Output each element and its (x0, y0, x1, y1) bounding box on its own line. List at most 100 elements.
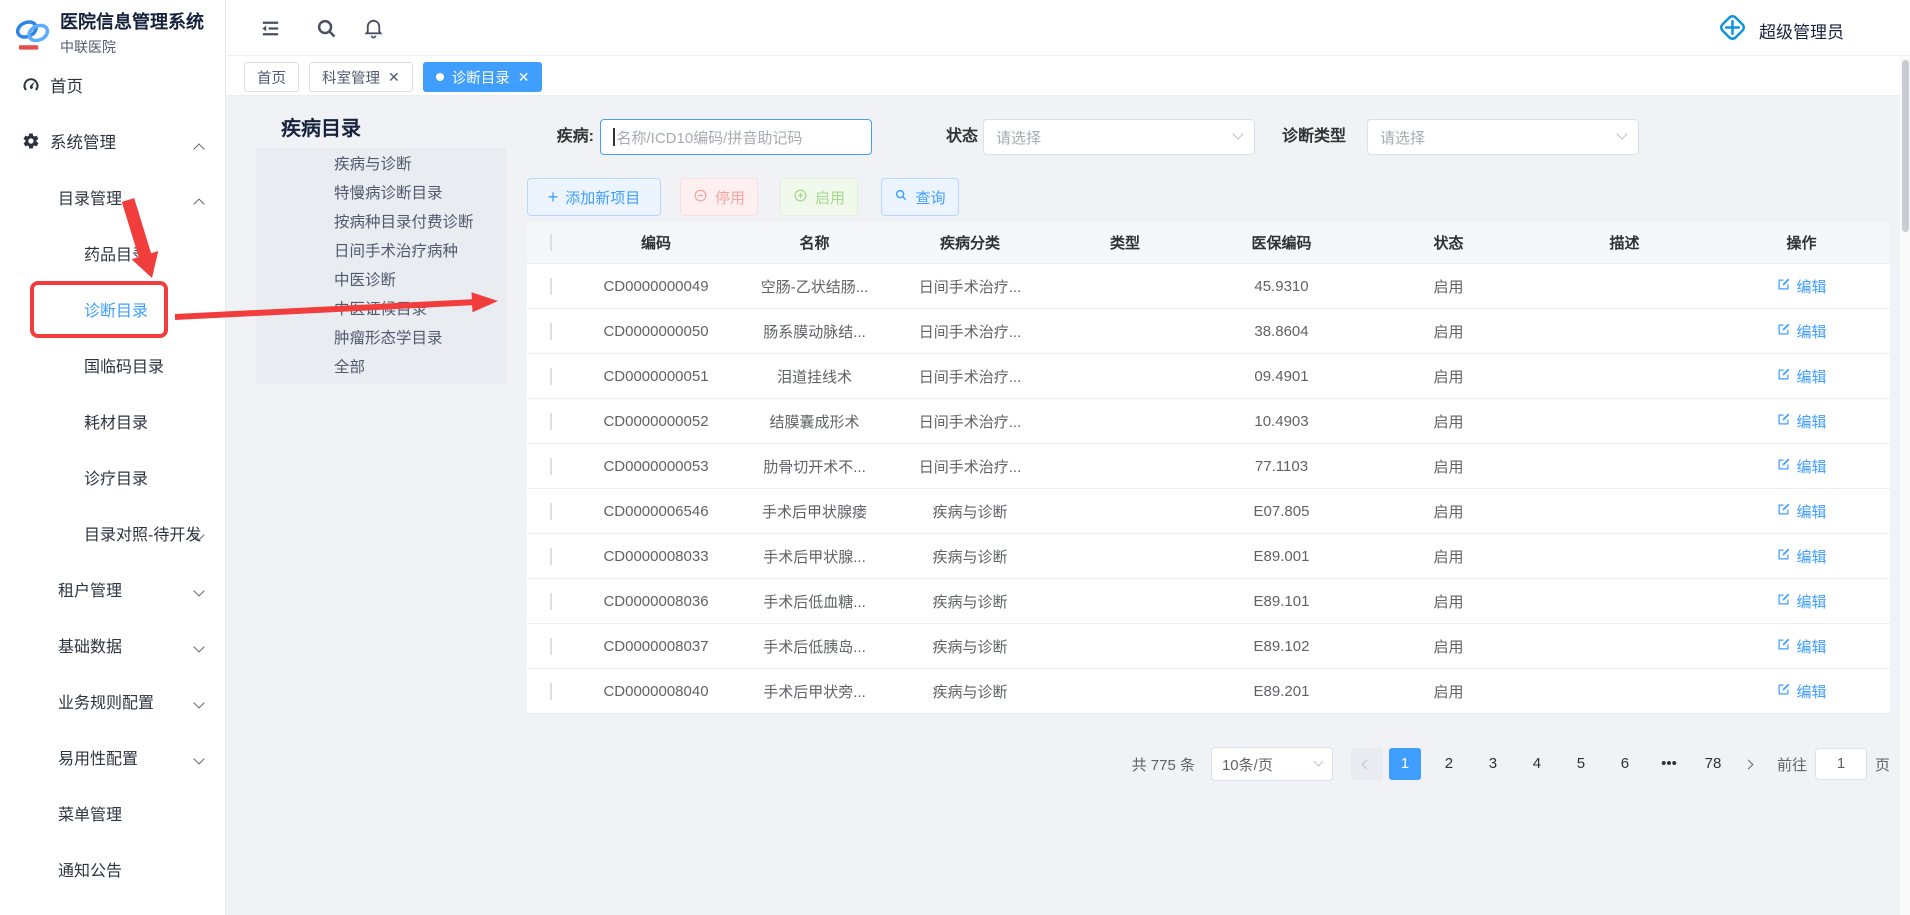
enable-button[interactable]: 启用 (780, 178, 858, 216)
row-checkbox[interactable] (550, 278, 552, 295)
sidebar-item-药品目录[interactable]: 药品目录 (0, 225, 225, 281)
sidebar-item-诊断目录[interactable]: 诊断目录 (0, 281, 225, 337)
sidebar-item-国临码目录[interactable]: 国临码目录 (0, 337, 225, 393)
edit-button-label: 编辑 (1796, 636, 1826, 657)
select-all-checkbox[interactable] (550, 234, 552, 251)
sidebar-item-label: 耗材目录 (84, 409, 148, 433)
edit-button[interactable]: 编辑 (1776, 411, 1826, 432)
page-number-1[interactable]: 1 (1389, 748, 1421, 780)
edit-button[interactable]: 编辑 (1776, 276, 1826, 297)
sidebar-item-label: 诊疗目录 (84, 465, 148, 489)
edit-button[interactable]: 编辑 (1776, 591, 1826, 612)
query-button[interactable]: 查询 (881, 178, 959, 216)
edit-button[interactable]: 编辑 (1776, 546, 1826, 567)
row-checkbox[interactable] (550, 683, 552, 700)
cell-code: CD0000008033 (575, 548, 737, 565)
page-number-5[interactable]: 5 (1565, 748, 1597, 780)
table-row: CD0000008037手术后低胰岛...疾病与诊断E89.102启用编辑 (527, 624, 1890, 669)
sidebar-item-耗材目录[interactable]: 耗材目录 (0, 393, 225, 449)
prev-page-button[interactable] (1351, 748, 1383, 780)
sidebar-item-租户管理[interactable]: 租户管理 (0, 561, 225, 617)
edit-button[interactable]: 编辑 (1776, 636, 1826, 657)
diagnosis-type-select[interactable]: 请选择 (1367, 119, 1639, 155)
page-number-2[interactable]: 2 (1433, 748, 1465, 780)
tab-close-icon[interactable]: ✕ (388, 70, 400, 84)
row-checkbox[interactable] (550, 323, 552, 340)
sidebar-item-诊疗目录[interactable]: 诊疗目录 (0, 449, 225, 505)
edit-icon (1776, 547, 1791, 566)
pager-more-icon[interactable]: ••• (1653, 748, 1685, 780)
sidebar-item-首页[interactable]: 首页 (0, 57, 225, 113)
sidebar-item-目录对照-待开发[interactable]: 目录对照-待开发 (0, 505, 225, 561)
tab-科室管理[interactable]: 科室管理✕ (309, 62, 413, 92)
cell-code: CD0000008040 (575, 683, 737, 700)
catalog-item-中医诊断[interactable]: 中医诊断 (256, 266, 506, 295)
edit-icon (1776, 637, 1791, 656)
row-checkbox[interactable] (550, 548, 552, 565)
sidebar-item-基础数据[interactable]: 基础数据 (0, 617, 225, 673)
next-page-button[interactable] (1735, 748, 1763, 780)
edit-icon (1776, 322, 1791, 341)
chevron-down-icon (1232, 128, 1243, 139)
column-header-医保编码: 医保编码 (1202, 232, 1361, 253)
disease-search-input[interactable]: 名称/ICD10编码/拼音助记码 (600, 119, 872, 155)
tab-首页[interactable]: 首页 (244, 62, 299, 92)
row-checkbox[interactable] (550, 638, 552, 655)
catalog-item-日间手术治疗病种[interactable]: 日间手术治疗病种 (256, 237, 506, 266)
page-number-3[interactable]: 3 (1477, 748, 1509, 780)
sidebar-item-系统管理[interactable]: 系统管理 (0, 113, 225, 169)
page-size-value: 10条/页 (1222, 754, 1273, 775)
search-icon[interactable] (315, 17, 338, 40)
sidebar-item-菜单管理[interactable]: 菜单管理 (0, 785, 225, 841)
chevron-down-icon (1314, 756, 1324, 766)
sidebar-item-易用性配置[interactable]: 易用性配置 (0, 729, 225, 785)
row-checkbox[interactable] (550, 458, 552, 475)
catalog-item-肿瘤形态学目录[interactable]: 肿瘤形态学目录 (256, 324, 506, 353)
catalog-item-中医证候目录[interactable]: 中医证候目录 (256, 295, 506, 324)
catalog-item-按病种目录付费诊断[interactable]: 按病种目录付费诊断 (256, 208, 506, 237)
tab-诊断目录[interactable]: 诊断目录✕ (423, 62, 543, 92)
cell-code: CD0000008037 (575, 638, 737, 655)
edit-button[interactable]: 编辑 (1776, 456, 1826, 477)
scrollbar-thumb[interactable] (1902, 60, 1909, 232)
sidebar-item-label: 首页 (50, 73, 83, 97)
row-checkbox[interactable] (550, 503, 552, 520)
page-number-6[interactable]: 6 (1609, 748, 1641, 780)
sidebar-item-目录管理[interactable]: 目录管理 (0, 169, 225, 225)
edit-button[interactable]: 编辑 (1776, 321, 1826, 342)
sidebar-item-label: 国临码目录 (84, 353, 164, 377)
top-header: 超级管理员 (226, 0, 1910, 56)
table-row: CD0000000050肠系膜动脉结...日间手术治疗...38.8604启用编… (527, 309, 1890, 354)
row-checkbox[interactable] (550, 413, 552, 430)
page-number-78[interactable]: 78 (1697, 748, 1729, 780)
user-menu[interactable]: 超级管理员 (1716, 11, 1844, 49)
notification-bell-icon[interactable] (362, 17, 385, 40)
tab-close-icon[interactable]: ✕ (518, 70, 530, 84)
page-number-4[interactable]: 4 (1521, 748, 1553, 780)
tab-label: 首页 (257, 67, 286, 88)
edit-button[interactable]: 编辑 (1776, 681, 1826, 702)
cell-category: 疾病与诊断 (892, 546, 1048, 567)
vertical-scrollbar[interactable] (1900, 56, 1910, 915)
sidebar-item-通知公告[interactable]: 通知公告 (0, 841, 225, 897)
row-checkbox[interactable] (550, 593, 552, 610)
catalog-item-疾病与诊断[interactable]: 疾病与诊断 (256, 150, 506, 179)
status-select[interactable]: 请选择 (983, 119, 1255, 155)
cell-category: 日间手术治疗... (892, 366, 1048, 387)
edit-button[interactable]: 编辑 (1776, 366, 1826, 387)
column-header-类型: 类型 (1048, 232, 1202, 253)
edit-icon (1776, 412, 1791, 431)
cell-status: 启用 (1361, 456, 1536, 477)
catalog-item-全部[interactable]: 全部 (256, 353, 506, 382)
catalog-item-特慢病诊断目录[interactable]: 特慢病诊断目录 (256, 179, 506, 208)
cell-code: CD0000000052 (575, 413, 737, 430)
row-checkbox[interactable] (550, 368, 552, 385)
edit-button[interactable]: 编辑 (1776, 501, 1826, 522)
panel-title: 疾病目录 (281, 112, 361, 141)
goto-page-input[interactable]: 1 (1815, 748, 1867, 780)
sidebar-item-业务规则配置[interactable]: 业务规则配置 (0, 673, 225, 729)
add-new-item-button[interactable]: + 添加新项目 (527, 178, 661, 216)
page-size-select[interactable]: 10条/页 (1211, 747, 1333, 781)
collapse-sidebar-icon[interactable] (259, 17, 282, 40)
disable-button[interactable]: 停用 (680, 178, 758, 216)
